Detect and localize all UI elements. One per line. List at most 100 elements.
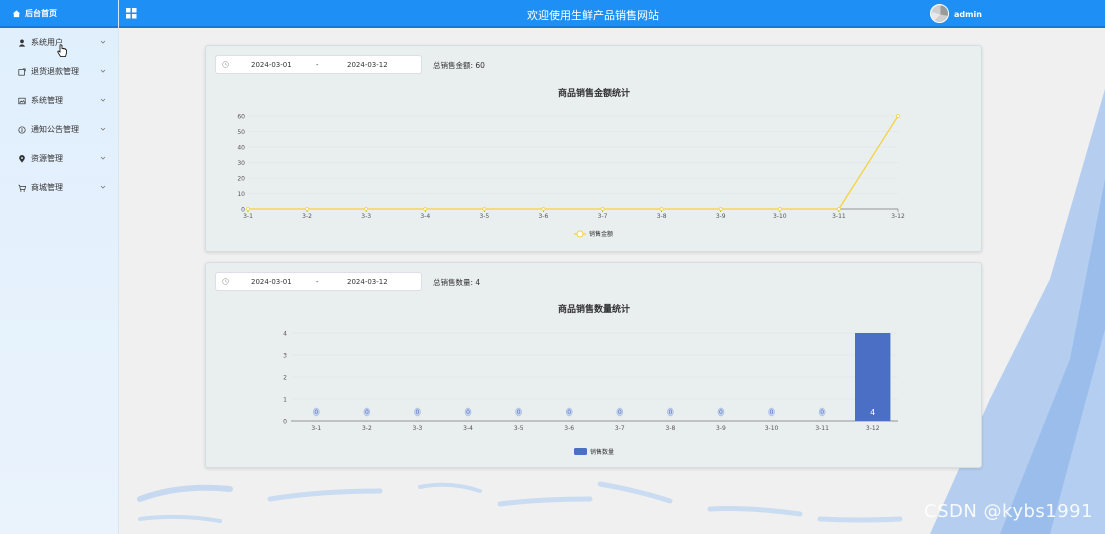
data-point [600,207,605,211]
data-point [364,207,369,211]
legend-swatch [574,448,587,455]
x-tick-label: 3-4 [420,213,430,220]
data-point [718,207,723,211]
sidebar-item-label: 系统管理 [31,96,63,105]
chart-title: 商品销售金额统计 [558,87,630,99]
x-tick-label: 3-9 [716,425,726,432]
cart-icon [18,184,26,192]
data-point [246,207,250,211]
x-tick-label: 3-7 [598,213,608,220]
data-label: 0 [314,409,318,416]
x-tick-label: 3-10 [773,213,787,220]
y-tick-label: 60 [237,114,245,121]
y-tick-label: 1 [283,397,287,404]
x-tick-label: 3-12 [891,213,905,220]
sidebar-item-returns[interactable]: 退货退款管理 [0,57,118,86]
y-tick-label: 10 [237,191,245,198]
data-label: 0 [820,409,824,416]
y-tick-label: 2 [283,375,287,382]
chevron-down-icon [100,185,106,189]
data-label: 0 [567,409,571,416]
username[interactable]: admin [954,10,982,19]
data-point [777,207,782,211]
hand-cursor-icon [57,44,67,57]
y-tick-label: 0 [283,419,287,426]
sidebar-item-label: 退货退款管理 [31,67,79,76]
return-icon [18,67,26,76]
y-tick-label: 30 [237,160,245,167]
data-point [541,207,546,211]
x-tick-label: 3-5 [479,213,489,220]
sales-quantity-card: 2024-03-01 - 2024-03-12 总销售数量: 4 商品销售数量统… [205,262,982,468]
info-icon [18,125,26,134]
sidebar-item-label: 通知公告管理 [31,125,79,134]
line-chart: 商品销售金额统计01020304050603-1 3-2 3-3 3-4 3-5 3-6 3… [237,87,905,238]
x-tick-label: 3-3 [361,213,371,220]
legend-marker [576,230,584,238]
x-tick-label: 3-1 [311,425,321,432]
image-icon [18,97,26,104]
sales-amount-card: 2024-03-01 - 2024-03-12 总销售金额: 60 商品销售金额… [205,45,982,252]
avatar[interactable] [930,4,949,23]
x-tick-label: 3-3 [413,425,423,432]
chevron-down-icon [100,127,106,131]
x-tick-label: 3-1 [243,213,253,220]
chevron-down-icon [100,156,106,160]
location-icon [19,154,25,163]
sidebar-item-label: 资源管理 [31,154,63,163]
y-tick-label: 40 [237,145,245,152]
x-tick-label: 3-8 [657,213,667,220]
sidebar-item-notices[interactable]: 通知公告管理 [0,115,118,144]
data-label: 0 [365,409,369,416]
data-point [659,207,664,211]
page-title: 欢迎使用生鲜产品销售网站 [527,9,659,22]
x-tick-label: 3-9 [716,213,726,220]
chevron-down-icon [100,40,106,44]
chevron-down-icon [100,69,106,73]
sidebar-item-label: 商城管理 [31,183,63,192]
chevron-down-icon [100,98,106,102]
x-tick-label: 3-11 [832,213,846,220]
sidebar-item-shop[interactable]: 商城管理 [0,173,118,202]
sidebar-home-label: 后台首页 [25,8,57,18]
legend-label: 销售金额 [589,230,613,238]
x-tick-label: 3-12 [866,425,880,432]
x-tick-label: 3-6 [539,213,549,220]
data-point [423,207,428,211]
x-tick-label: 3-11 [815,425,829,432]
x-tick-label: 3-2 [362,425,372,432]
x-tick-label: 3-6 [564,425,574,432]
data-point [305,207,309,211]
y-tick-label: 3 [283,353,287,360]
x-tick-label: 3-5 [514,425,524,432]
data-point [896,114,900,118]
top-header: 欢迎使用生鲜产品销售网站 admin [119,0,1105,28]
y-tick-label: 4 [283,331,287,338]
sidebar-item-system[interactable]: 系统管理 [0,86,118,115]
data-point [482,207,487,211]
x-tick-label: 3-10 [765,425,779,432]
y-tick-label: 20 [237,176,245,183]
data-label: 0 [416,409,420,416]
x-tick-label: 3-8 [665,425,675,432]
data-label: 0 [719,409,723,416]
data-label: 4 [870,408,875,417]
data-point [837,207,841,211]
data-label: 0 [770,409,774,416]
data-label: 0 [668,409,672,416]
home-icon [12,9,21,17]
data-label: 0 [517,409,521,416]
y-tick-label: 50 [237,129,245,136]
sidebar: 后台首页 系统用户 退货退款管理 系统管理 通知公告管理 资源管理 商城管理 [0,0,119,534]
sidebar-home[interactable]: 后台首页 [0,0,118,28]
x-tick-label: 3-7 [615,425,625,432]
data-label: 0 [466,409,470,416]
x-tick-label: 3-2 [302,213,312,220]
watermark: CSDN @kybs1991 [924,501,1094,522]
sidebar-item-resources[interactable]: 资源管理 [0,144,118,173]
x-tick-label: 3-4 [463,425,473,432]
bar-chart: 商品销售数量统计012343-103-203-303-403-503-603-7… [283,303,898,456]
chart-title: 商品销售数量统计 [558,303,630,315]
data-label: 0 [618,409,622,416]
user-icon [18,39,26,47]
